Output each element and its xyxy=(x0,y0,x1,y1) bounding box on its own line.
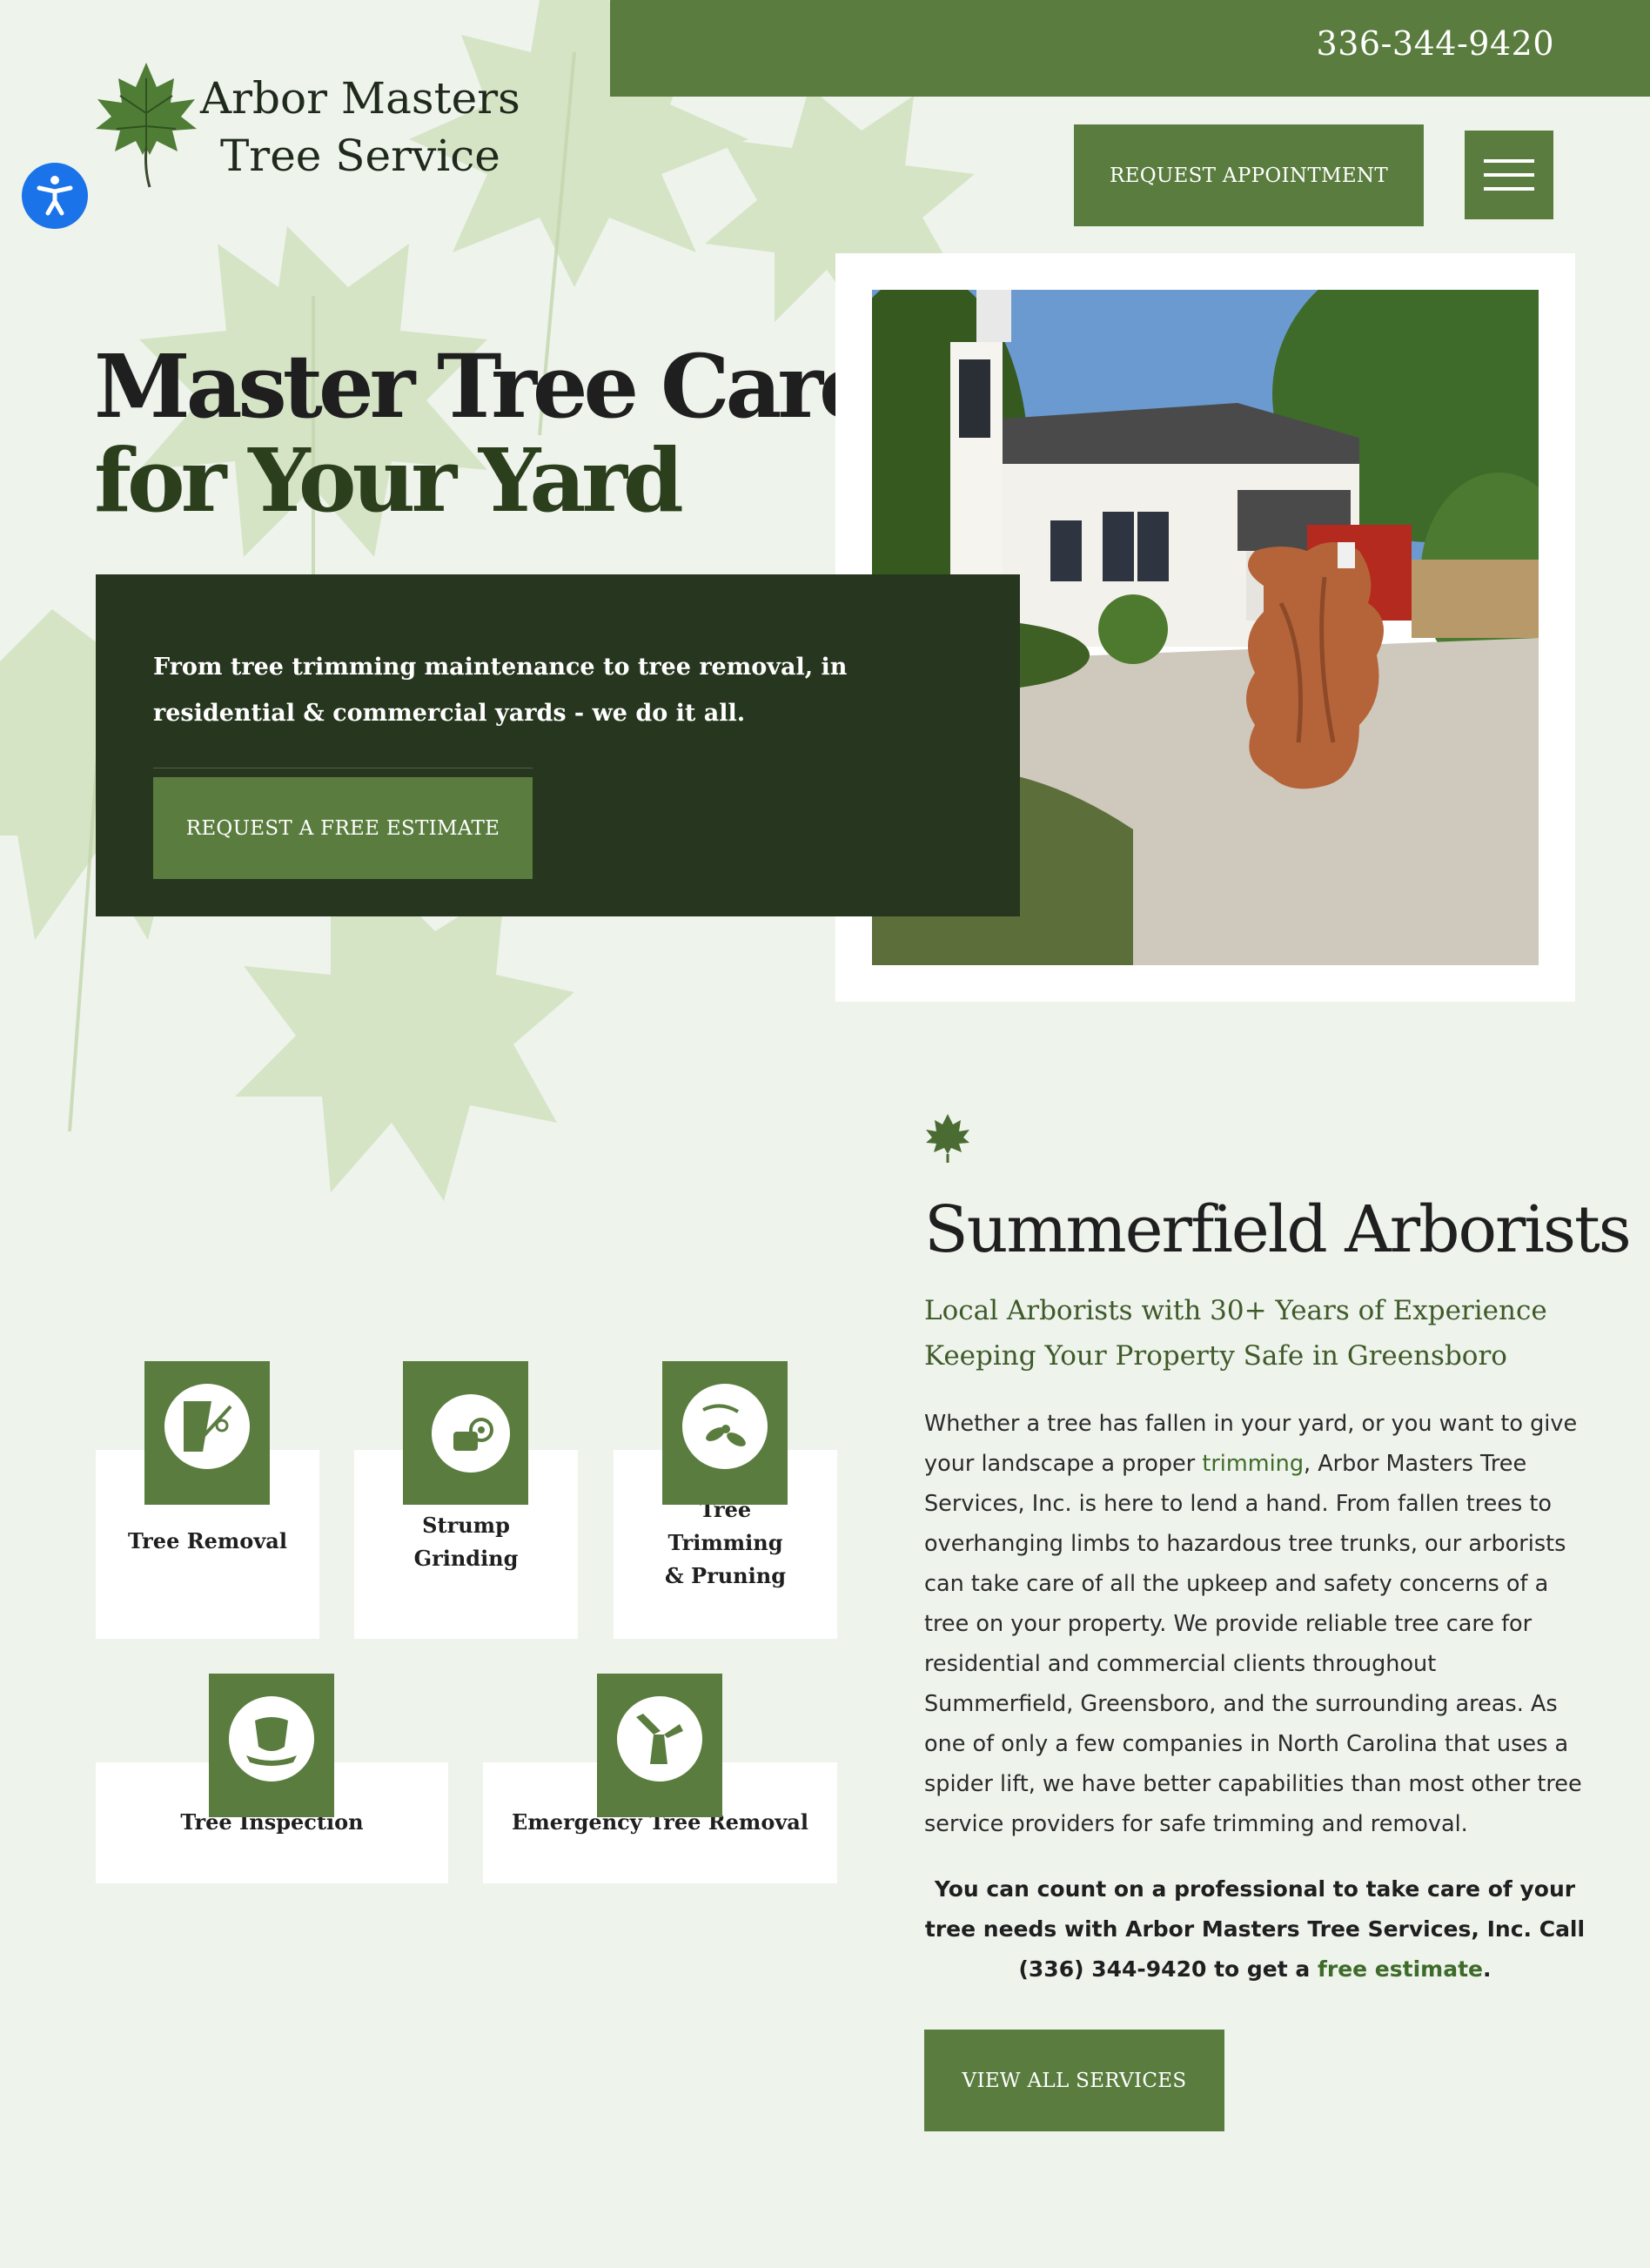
broken-tree-icon xyxy=(636,1714,683,1764)
service-icon-circle xyxy=(229,1696,314,1782)
maple-leaf-icon xyxy=(926,1114,969,1163)
section-title: Summerfield Arborists xyxy=(924,1192,1632,1267)
hero-description: From tree trimming maintenance to tree r… xyxy=(153,654,848,727)
service-icon-circle xyxy=(617,1696,702,1782)
service-label: Strump Grinding xyxy=(413,1513,519,1571)
accessibility-button[interactable] xyxy=(22,163,88,229)
service-icon-box xyxy=(209,1674,334,1817)
free-estimate-link[interactable]: free estimate xyxy=(1318,1956,1483,1982)
logo-line-2: Tree Service xyxy=(219,131,500,181)
hero-intro-card: From tree trimming maintenance to tree r… xyxy=(96,574,1020,916)
section-body-text: Whether a tree has fallen in your yard, … xyxy=(924,1404,1586,1844)
hero-title-line-2: for Your Yard xyxy=(94,429,684,532)
top-contact-bar: 336-344-9420 xyxy=(610,0,1650,97)
service-label: Tree Trimming & Pruning xyxy=(665,1497,786,1588)
service-icon-box xyxy=(403,1361,528,1505)
pruning-shears-icon xyxy=(702,1404,746,1446)
service-label: Tree Removal xyxy=(128,1528,287,1553)
saw-cut-icon xyxy=(184,1401,232,1452)
menu-bar-icon xyxy=(1484,187,1534,191)
view-all-services-button[interactable]: VIEW ALL SERVICES xyxy=(924,2030,1224,2131)
service-icon-circle xyxy=(432,1394,510,1473)
menu-bar-icon xyxy=(1484,159,1534,163)
stump-grinder-icon xyxy=(453,1418,493,1451)
maple-leaf-logo-icon xyxy=(96,63,197,188)
section-subtitle: Local Arborists with 30+ Years of Experi… xyxy=(924,1295,1547,1372)
service-icon-box xyxy=(597,1674,722,1817)
logo-wordmark: Arbor Masters Tree Service xyxy=(200,70,520,185)
service-icon-box xyxy=(662,1361,788,1505)
hero-title-line-1: Master Tree Care xyxy=(94,335,875,438)
service-icon-box xyxy=(144,1361,270,1505)
section-call-to-action: You can count on a professional to take … xyxy=(924,1869,1586,1990)
service-icon-circle xyxy=(682,1384,768,1469)
request-appointment-button[interactable]: REQUEST APPOINTMENT xyxy=(1074,124,1424,226)
hero-title: Master Tree Care for Your Yard xyxy=(94,335,875,532)
trimming-link[interactable]: trimming xyxy=(1202,1451,1304,1477)
free-estimate-button[interactable]: REQUEST A FREE ESTIMATE xyxy=(153,777,533,879)
hamburger-menu-button[interactable] xyxy=(1465,131,1553,219)
service-icon-circle xyxy=(164,1384,250,1469)
cta-text-part: . xyxy=(1483,1956,1492,1982)
menu-bar-icon xyxy=(1484,173,1534,177)
site-logo[interactable]: Arbor Masters Tree Service xyxy=(94,61,529,191)
tree-stump-icon xyxy=(246,1717,297,1766)
body-text-part: , Arbor Masters Tree Services, Inc. is h… xyxy=(924,1451,1582,1837)
logo-line-1: Arbor Masters xyxy=(200,73,520,124)
accessibility-icon xyxy=(37,176,73,216)
phone-number-link[interactable]: 336-344-9420 xyxy=(1317,24,1554,63)
